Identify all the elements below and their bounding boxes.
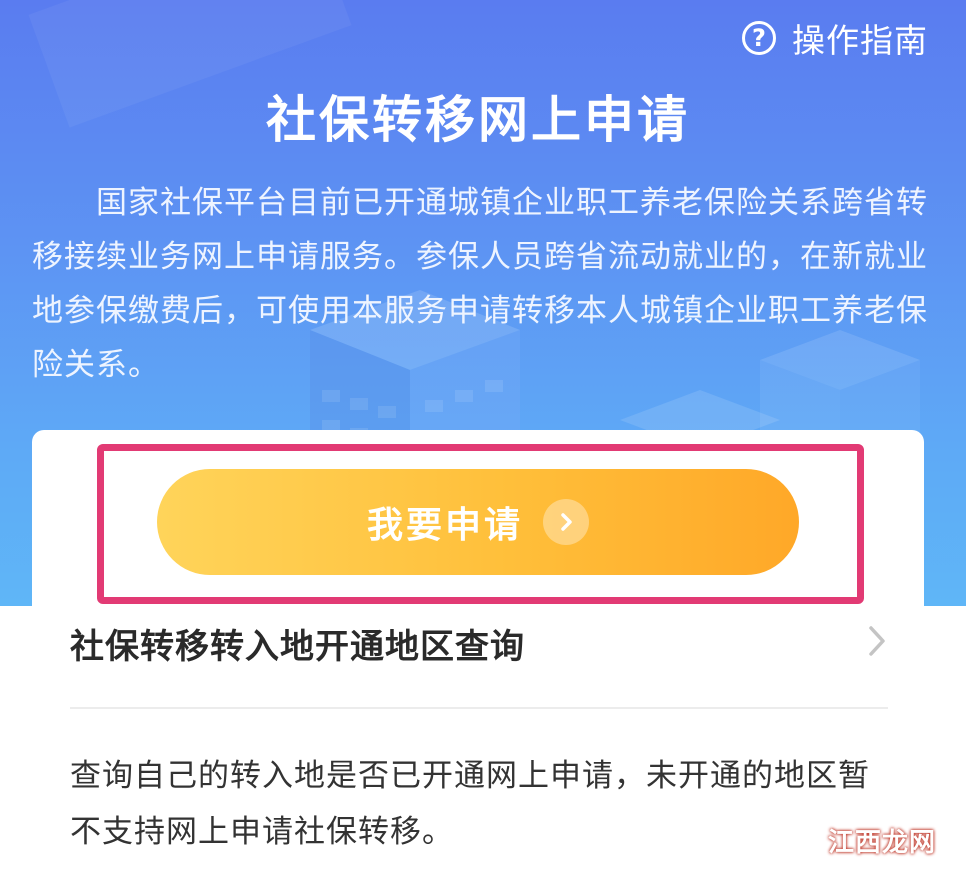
guide-link[interactable]: ? 操作指南: [742, 14, 928, 62]
service-description: 国家社保平台目前已开通城镇企业职工养老保险关系跨省转移接续业务网上申请服务。参保…: [32, 185, 928, 383]
region-query-title: 社保转移转入地开通地区查询: [70, 626, 525, 667]
region-query-link[interactable]: 社保转移转入地开通地区查询: [70, 610, 888, 676]
page-title: 社保转移网上申请: [266, 91, 690, 149]
guide-label: 操作指南: [792, 21, 928, 60]
question-circle-icon: ?: [742, 21, 776, 55]
watermark-logo: 江西龙网: [827, 828, 936, 858]
region-query-description: 查询自己的转入地是否已开通网上申请，未开通的地区暂不支持网上申请社保转移。: [70, 758, 870, 850]
chevron-right-icon: [866, 624, 888, 662]
apply-button-label: 我要申请: [366, 504, 523, 545]
apply-button[interactable]: 我要申请: [157, 469, 799, 575]
divider: [70, 707, 888, 709]
chevron-right-circle-icon: [543, 499, 589, 545]
